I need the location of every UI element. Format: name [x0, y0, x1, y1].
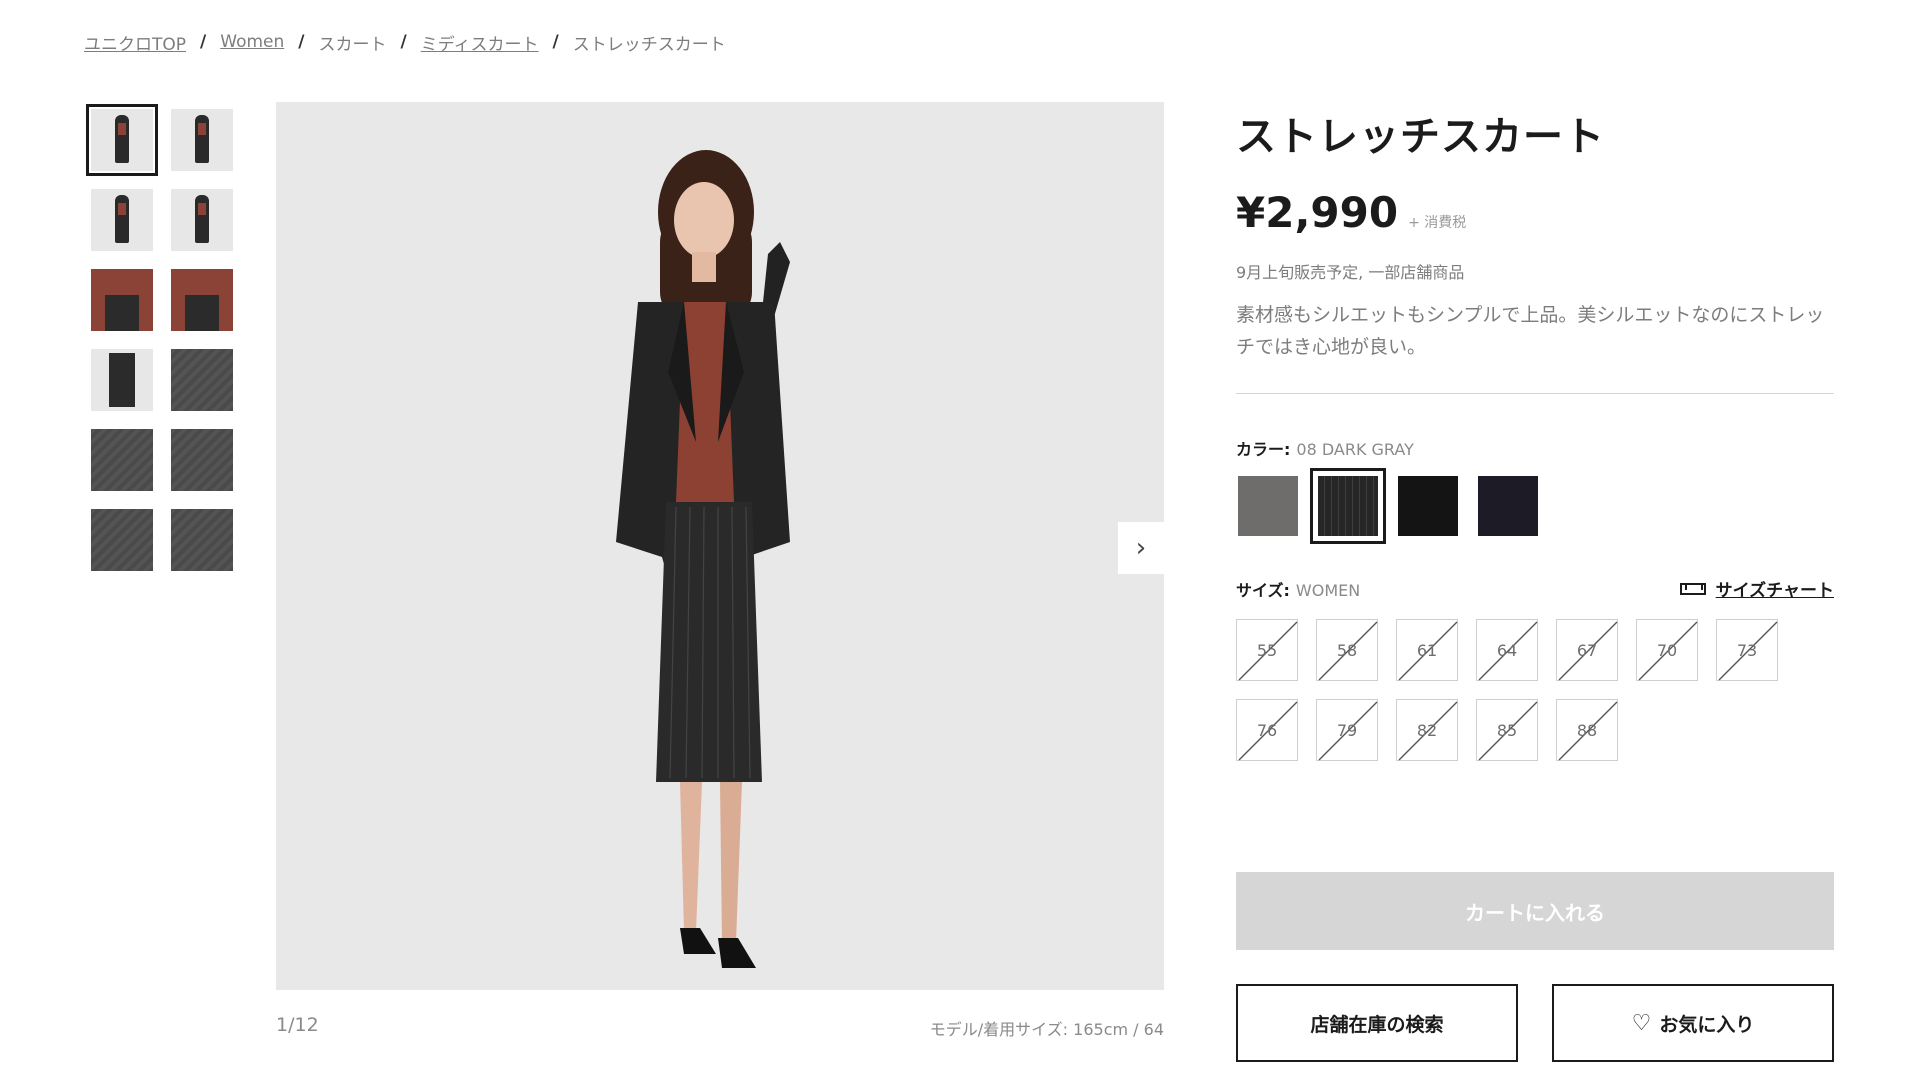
thumbnail-1[interactable] [86, 104, 158, 176]
color-swatch-navy[interactable] [1476, 474, 1540, 538]
size-option-label: 70 [1656, 640, 1678, 660]
selected-color-name: 08 DARK GRAY [1296, 440, 1414, 459]
size-option[interactable]: 88 [1556, 699, 1618, 761]
size-option-label: 67 [1576, 640, 1598, 660]
size-option[interactable]: 67 [1556, 619, 1618, 681]
size-option-label: 73 [1736, 640, 1758, 660]
breadcrumb: ユニクロTOP / Women / スカート / ミディスカート / ストレッチ… [84, 30, 726, 55]
size-option[interactable]: 64 [1476, 619, 1538, 681]
color-swatch-dark-gray[interactable] [1310, 468, 1386, 544]
breadcrumb-item-skirts: スカート [318, 34, 387, 55]
thumbnail-7[interactable] [86, 344, 158, 416]
size-option[interactable]: 58 [1316, 619, 1378, 681]
availability-note: 9月上旬販売予定, 一部店舗商品 [1236, 263, 1465, 282]
color-swatches [1236, 468, 1834, 544]
next-image-button[interactable]: › [1118, 522, 1164, 574]
product-description: 素材感もシルエットもシンプルで上品。美シルエットなのにストレッチではき心地が良い… [1236, 304, 1825, 358]
model-illustration [616, 150, 790, 968]
thumbnail-5[interactable] [86, 264, 158, 336]
breadcrumb-current: ストレッチスカート [572, 34, 726, 55]
thumbnail-2[interactable] [166, 104, 238, 176]
color-label-text: カラー: [1236, 440, 1291, 459]
color-label: カラー: 08 DARK GRAY [1236, 436, 1834, 460]
breadcrumb-separator: / [200, 32, 207, 52]
size-label-text: サイズ: [1236, 580, 1290, 600]
breadcrumb-link-women[interactable]: Women [220, 32, 284, 52]
thumbnail-8[interactable] [166, 344, 238, 416]
size-option[interactable]: 70 [1636, 619, 1698, 681]
model-size-note: モデル/着用サイズ: 165cm / 64 [929, 1020, 1164, 1039]
size-option[interactable]: 82 [1396, 699, 1458, 761]
heart-icon: ♡ [1631, 1010, 1652, 1036]
size-option[interactable]: 73 [1716, 619, 1778, 681]
size-label: サイズ: WOMEN [1236, 577, 1360, 601]
size-option-label: 61 [1416, 640, 1438, 660]
thumbnail-3[interactable] [86, 184, 158, 256]
favorite-button[interactable]: ♡ お気に入り [1552, 984, 1834, 1062]
size-option-label: 55 [1256, 640, 1278, 660]
product-title: ストレッチスカート [1236, 114, 1605, 160]
color-swatch-black[interactable] [1396, 474, 1460, 538]
color-swatch-gray[interactable] [1236, 474, 1300, 538]
thumbnail-11[interactable] [86, 504, 158, 576]
product-price: ¥2,990 [1236, 188, 1399, 237]
thumbnail-12[interactable] [166, 504, 238, 576]
size-chart-link[interactable]: サイズチャート [1679, 576, 1834, 601]
size-option-label: 64 [1496, 640, 1518, 660]
store-stock-search-button[interactable]: 店舗在庫の検索 [1236, 984, 1518, 1062]
ruler-icon [1679, 582, 1706, 595]
size-option[interactable]: 61 [1396, 619, 1458, 681]
size-header: サイズ: WOMEN サイズチャート [1236, 576, 1834, 602]
thumbnail-list [86, 104, 238, 576]
size-option[interactable]: 85 [1476, 699, 1538, 761]
thumbnail-9[interactable] [86, 424, 158, 496]
size-category: WOMEN [1295, 580, 1361, 600]
thumbnail-4[interactable] [166, 184, 238, 256]
size-option-label: 85 [1496, 720, 1518, 740]
tax-note: + 消費税 [1408, 215, 1467, 231]
add-to-cart-button[interactable]: カートに入れる [1236, 872, 1834, 950]
image-counter: 1/12 [276, 1014, 319, 1036]
main-product-image[interactable]: › [276, 102, 1164, 990]
product-info: ストレッチスカート ¥2,990 + 消費税 9月上旬販売予定, 一部店舗商品 … [1236, 104, 1834, 761]
size-option-label: 79 [1336, 720, 1358, 740]
size-option-label: 76 [1256, 720, 1278, 740]
size-option-label: 58 [1336, 640, 1358, 660]
price-row: ¥2,990 + 消費税 [1236, 188, 1834, 237]
breadcrumb-separator: / [400, 32, 407, 52]
size-option[interactable]: 55 [1236, 619, 1298, 681]
size-option-label: 88 [1576, 720, 1598, 740]
breadcrumb-link-top[interactable]: ユニクロTOP [84, 30, 186, 55]
favorite-label: お気に入り [1659, 1013, 1755, 1036]
breadcrumb-link-midi-skirts[interactable]: ミディスカート [421, 30, 539, 55]
thumbnail-10[interactable] [166, 424, 238, 496]
size-options: 55 58 61 64 67 70 73 76 79 82 85 88 [1236, 619, 1834, 761]
breadcrumb-separator: / [298, 32, 305, 52]
size-option[interactable]: 76 [1236, 699, 1298, 761]
breadcrumb-separator: / [552, 32, 559, 52]
size-option[interactable]: 79 [1316, 699, 1378, 761]
size-option-label: 82 [1416, 720, 1438, 740]
size-chart-label: サイズチャート [1715, 581, 1834, 601]
divider [1236, 393, 1834, 394]
thumbnail-6[interactable] [166, 264, 238, 336]
